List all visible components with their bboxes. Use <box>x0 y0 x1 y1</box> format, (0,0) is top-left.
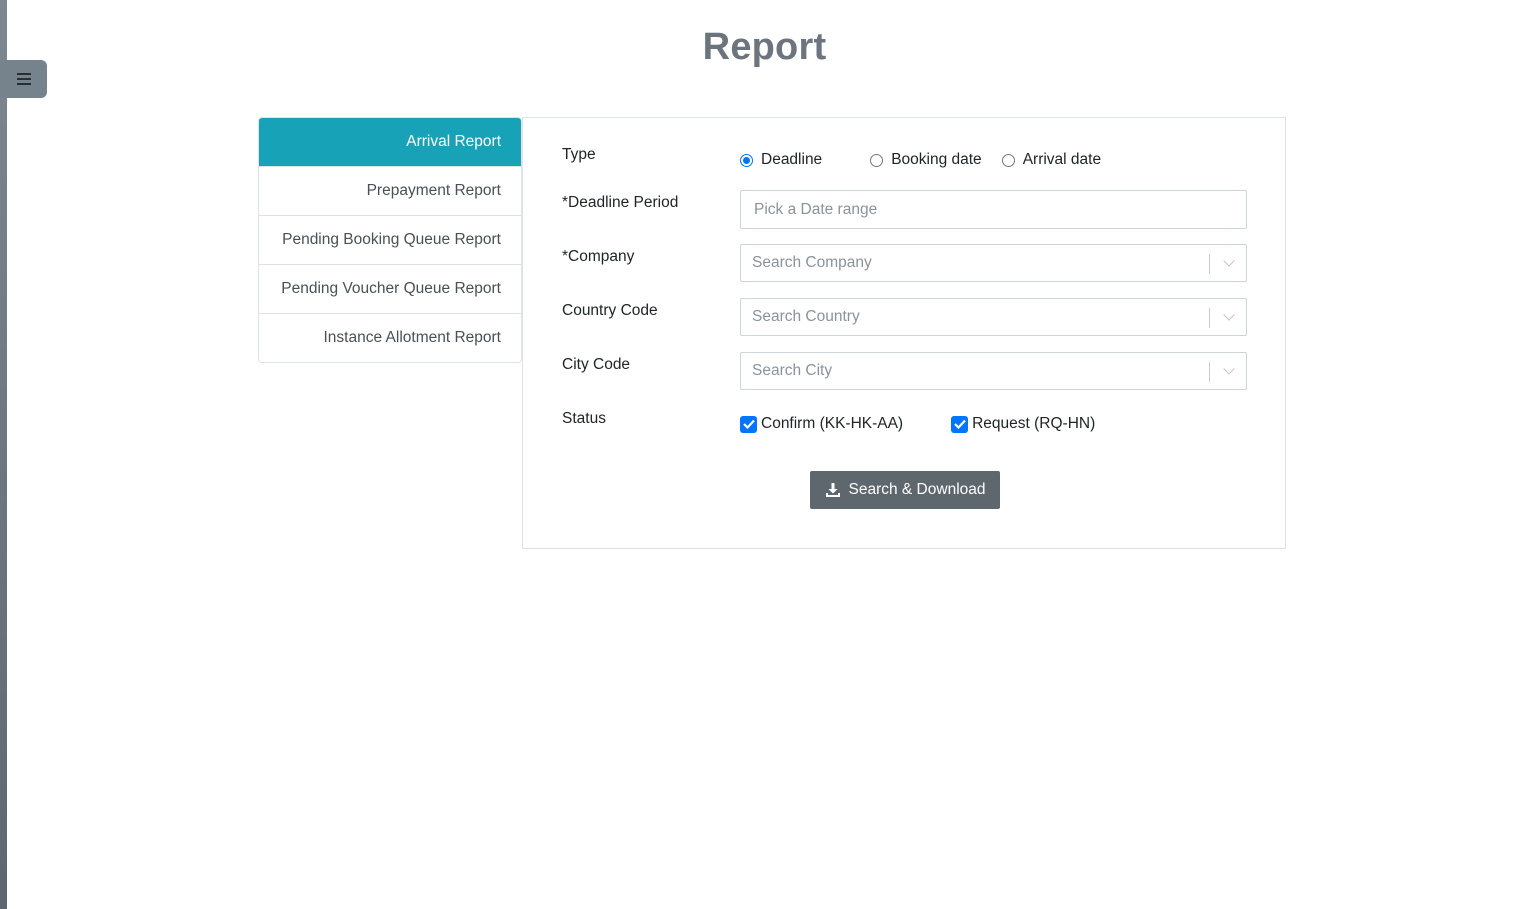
select-separator <box>1209 362 1210 382</box>
select-separator <box>1209 254 1210 274</box>
deadline-period-label: *Deadline Period <box>562 194 679 211</box>
checkmark-icon <box>951 415 969 433</box>
download-icon <box>825 482 841 498</box>
tab-arrival-report[interactable]: Arrival Report <box>259 118 521 167</box>
radio-arrival-date[interactable]: Arrival date <box>1001 151 1102 169</box>
country-select-placeholder: Search Country <box>752 308 860 325</box>
checkbox-request-label: Request (RQ-HN) <box>972 415 1096 432</box>
select-separator <box>1209 308 1210 328</box>
radio-unchecked-icon <box>870 153 884 167</box>
chevron-down-icon[interactable] <box>1223 309 1235 321</box>
page-title: Report <box>702 26 827 68</box>
company-select[interactable]: Search Company <box>740 244 1247 282</box>
deadline-period-input[interactable]: Pick a Date range <box>740 190 1247 229</box>
radio-deadline[interactable]: Deadline <box>740 151 822 169</box>
tab-pending-booking-queue-report[interactable]: Pending Booking Queue Report <box>259 216 521 265</box>
checkbox-confirm[interactable]: Confirm (KK-HK-AA) <box>740 415 903 433</box>
hamburger-icon <box>16 73 31 85</box>
radio-checked-icon <box>740 153 753 167</box>
radio-deadline-label: Deadline <box>761 151 823 168</box>
type-radio-group: Deadline Booking date Arrival date <box>740 151 1101 169</box>
radio-arrival-date-label: Arrival date <box>1022 151 1102 168</box>
radio-booking-date[interactable]: Booking date <box>870 151 982 169</box>
tab-prepayment-report[interactable]: Prepayment Report <box>259 167 521 216</box>
country-code-label: Country Code <box>562 302 658 319</box>
city-select-placeholder: Search City <box>752 362 833 379</box>
city-select[interactable]: Search City <box>740 352 1247 390</box>
radio-unchecked-icon <box>1001 153 1015 167</box>
tab-instance-allotment-report[interactable]: Instance Allotment Report <box>259 314 521 362</box>
chevron-down-icon[interactable] <box>1223 363 1235 375</box>
search-download-button[interactable]: Search & Download <box>810 471 1000 509</box>
search-download-label: Search & Download <box>848 481 986 498</box>
tab-pending-voucher-queue-report[interactable]: Pending Voucher Queue Report <box>259 265 521 314</box>
checkmark-icon <box>740 415 757 433</box>
chevron-down-icon[interactable] <box>1223 255 1235 267</box>
type-label: Type <box>562 146 596 163</box>
checkbox-request[interactable]: Request (RQ-HN) <box>951 415 1095 433</box>
radio-booking-date-label: Booking date <box>891 151 982 168</box>
sidebar-strip <box>0 0 7 909</box>
city-code-label: City Code <box>562 356 631 373</box>
checkbox-confirm-label: Confirm (KK-HK-AA) <box>761 415 904 432</box>
status-label: Status <box>562 410 606 427</box>
country-select[interactable]: Search Country <box>740 298 1247 336</box>
company-label: *Company <box>562 248 635 265</box>
status-checkbox-group: Confirm (KK-HK-AA) Request (RQ-HN) <box>740 415 1095 433</box>
report-tab-list: Arrival Report Prepayment Report Pending… <box>258 117 522 363</box>
report-form-card: Type Deadline Booking date Arrival date … <box>522 117 1286 549</box>
company-select-placeholder: Search Company <box>752 254 872 271</box>
